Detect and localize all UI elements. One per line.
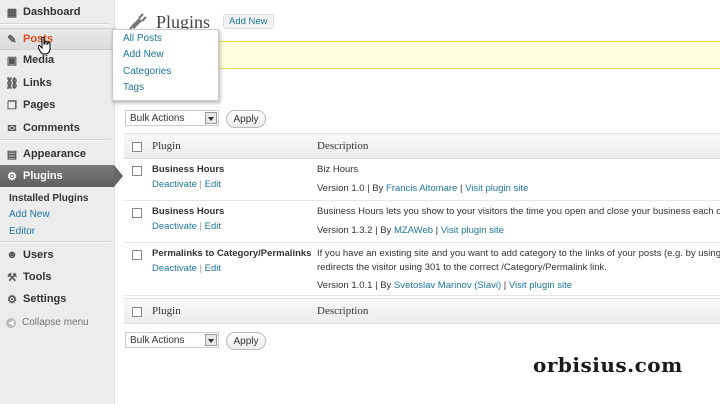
admin-sidebar: ▦ Dashboard ✎ Posts ▣ Media ⛓ Links ❐ Pages ✉…	[0, 0, 116, 404]
column-plugin: Plugin	[152, 305, 181, 317]
edit-link[interactable]: Edit	[205, 263, 221, 274]
table-row: Business Hours Deactivate | Edit Busines…	[124, 200, 720, 243]
media-icon: ▣	[6, 54, 18, 67]
menu-separator	[0, 241, 110, 243]
posts-flyout-menu: All Posts Add New Categories Tags	[112, 29, 219, 101]
watermark: orbisius.com	[533, 353, 683, 377]
appearance-icon: ▤	[6, 148, 18, 161]
deactivate-link[interactable]: Deactivate	[152, 179, 197, 190]
table-row: Permalinks to Category/Permalinks Deacti…	[124, 242, 720, 296]
plugin-version: Version 1.3.2	[317, 225, 373, 236]
chevron-down-icon	[205, 334, 217, 346]
flyout-categories[interactable]: Categories	[123, 66, 171, 77]
plugin-description-line2: redirects the visitor using 301 to the c…	[317, 262, 607, 273]
collapse-menu[interactable]: ◀ Collapse menu	[6, 317, 89, 328]
deactivate-link[interactable]: Deactivate	[152, 263, 197, 274]
menu-tools-label: Tools	[23, 271, 52, 283]
menu-plugins-label: Plugins	[23, 170, 63, 182]
plugins-icon: ⚙	[7, 170, 17, 183]
dashboard-icon: ▦	[6, 6, 18, 19]
plugin-author-link[interactable]: Francis Altomare	[386, 183, 457, 194]
menu-comments-label: Comments	[23, 122, 80, 134]
apply-button-top[interactable]: Apply	[226, 110, 266, 128]
submenu-add-new[interactable]: Add New	[9, 209, 50, 220]
menu-settings-label: Settings	[23, 293, 67, 305]
deactivate-link[interactable]: Deactivate	[152, 221, 197, 232]
apply-button-bottom[interactable]: Apply	[226, 332, 266, 350]
plugin-name: Business Hours	[152, 206, 225, 217]
plugin-description: Biz Hours	[317, 164, 359, 175]
active-menu-arrow	[114, 165, 123, 187]
column-description: Description	[317, 305, 369, 317]
plugin-description: If you have an existing site and you wan…	[317, 248, 720, 259]
table-header: Plugin Description	[124, 133, 720, 159]
menu-settings[interactable]: ⚙ Settings	[0, 289, 114, 309]
plugin-version: Version 1.0	[317, 183, 365, 194]
menu-appearance-label: Appearance	[23, 148, 86, 160]
menu-users-label: Users	[23, 249, 54, 261]
comments-icon: ✉	[7, 122, 17, 135]
menu-pages[interactable]: ❐ Pages	[0, 95, 114, 115]
links-icon: ⛓	[5, 77, 19, 90]
menu-appearance[interactable]: ▤ Appearance	[0, 144, 114, 164]
plugin-author-link[interactable]: Svetoslav Marinov (Slavi)	[394, 280, 501, 291]
settings-icon: ⚙	[7, 293, 17, 306]
plugin-description: Business Hours lets you show to your vis…	[317, 206, 720, 217]
visit-plugin-site-link[interactable]: Visit plugin site	[509, 280, 572, 291]
flyout-all-posts[interactable]: All Posts	[123, 33, 162, 44]
flyout-tags[interactable]: Tags	[123, 82, 144, 93]
collapse-menu-label: Collapse menu	[22, 317, 89, 328]
plugin-author-link[interactable]: MZAWeb	[394, 225, 433, 236]
menu-pages-label: Pages	[23, 99, 56, 111]
menu-dashboard[interactable]: ▦ Dashboard	[0, 2, 114, 22]
row-checkbox[interactable]	[132, 166, 142, 176]
bulk-actions-select-bottom[interactable]: Bulk Actions	[125, 332, 219, 348]
flyout-add-new[interactable]: Add New	[123, 49, 164, 60]
select-all-checkbox[interactable]	[132, 142, 142, 152]
menu-links-label: Links	[23, 77, 52, 89]
visit-plugin-site-link[interactable]: Visit plugin site	[465, 183, 528, 194]
menu-plugins[interactable]: ⚙ Plugins	[0, 165, 114, 187]
row-checkbox[interactable]	[132, 250, 142, 260]
plugin-version: Version 1.0.1	[317, 280, 373, 291]
plugin-name: Permalinks to Category/Permalinks	[152, 248, 312, 259]
table-row: Business Hours Deactivate | Edit Biz Hou…	[124, 158, 720, 201]
notice-bar	[217, 41, 720, 69]
menu-links[interactable]: ⛓ Links	[0, 73, 114, 93]
visit-plugin-site-link[interactable]: Visit plugin site	[441, 225, 504, 236]
menu-tools[interactable]: ⚒ Tools	[0, 267, 114, 287]
chevron-down-icon	[205, 112, 217, 124]
plugins-table: Plugin Description Business Hours Deacti…	[124, 133, 720, 324]
pin-icon: ✎	[7, 33, 17, 46]
select-all-checkbox[interactable]	[132, 307, 142, 317]
hand-cursor-icon	[38, 37, 51, 55]
column-plugin: Plugin	[152, 140, 181, 152]
collapse-arrow-icon: ◀	[6, 317, 16, 328]
menu-media-label: Media	[23, 54, 55, 66]
menu-posts[interactable]: ✎ Posts	[0, 28, 116, 50]
menu-separator	[0, 139, 110, 141]
plugin-name: Business Hours	[152, 164, 225, 175]
row-checkbox[interactable]	[132, 208, 142, 218]
bulk-actions-select-top[interactable]: Bulk Actions	[125, 110, 219, 126]
menu-dashboard-label: Dashboard	[23, 6, 81, 18]
tools-icon: ⚒	[7, 271, 17, 284]
edit-link[interactable]: Edit	[205, 221, 221, 232]
bulk-actions-value: Bulk Actions	[130, 334, 185, 346]
column-description: Description	[317, 140, 369, 152]
menu-comments[interactable]: ✉ Comments	[0, 118, 114, 138]
edit-link[interactable]: Edit	[205, 179, 221, 190]
menu-media[interactable]: ▣ Media	[0, 50, 114, 70]
submenu-editor[interactable]: Editor	[9, 226, 35, 237]
menu-separator	[0, 23, 110, 25]
submenu-installed-plugins[interactable]: Installed Plugins	[9, 193, 88, 204]
table-footer: Plugin Description	[124, 298, 720, 324]
bulk-actions-value: Bulk Actions	[130, 112, 185, 124]
add-new-plugin-button[interactable]: Add New	[223, 14, 274, 29]
pages-icon: ❐	[7, 99, 17, 112]
menu-users[interactable]: ☻ Users	[0, 245, 114, 265]
users-icon: ☻	[6, 249, 18, 261]
